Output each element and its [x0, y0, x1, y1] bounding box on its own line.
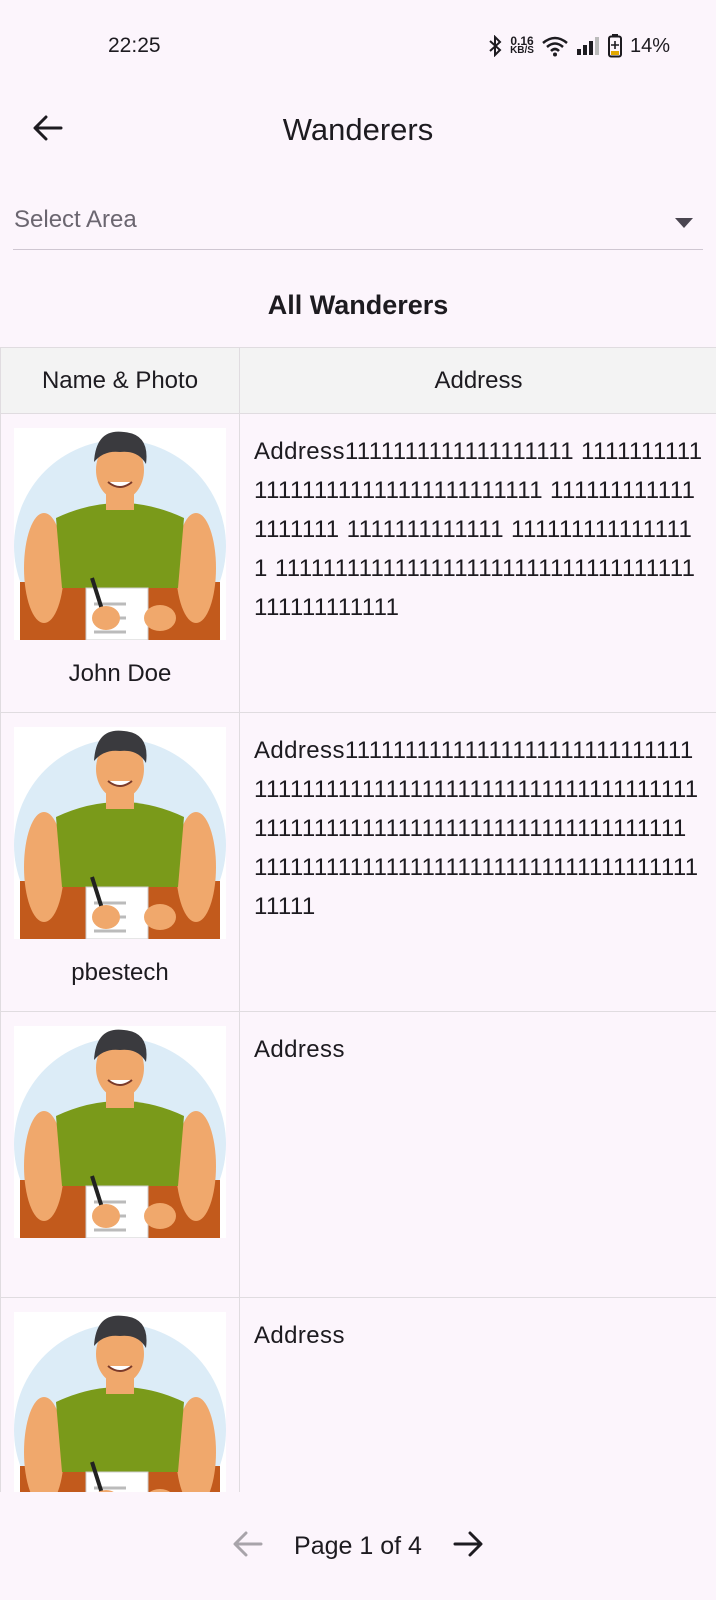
- status-icons: 0.16 KB/S 14%: [488, 32, 670, 60]
- header-address: Address: [239, 347, 716, 414]
- status-time: 22:25: [108, 34, 161, 57]
- address-cell: Address111111111111111111111111111111111…: [239, 712, 716, 1012]
- table-row[interactable]: Address: [0, 1297, 716, 1492]
- app-bar: Wanderers: [0, 92, 716, 184]
- battery-percent: 14%: [629, 34, 670, 57]
- person-name: John Doe: [68, 660, 172, 687]
- dropdown-caret-icon: [675, 215, 693, 233]
- name-photo-cell: [0, 1297, 240, 1492]
- arrow-left-icon: [233, 1531, 263, 1562]
- prev-page-button[interactable]: [226, 1524, 270, 1568]
- page-indicator: Page 1 of 4: [294, 1531, 422, 1560]
- name-photo-cell: [0, 1011, 240, 1298]
- table-row[interactable]: pbestech Address1111111111111111111111111…: [0, 712, 716, 1012]
- address-cell: Address: [239, 1297, 716, 1492]
- address-cell: Address: [239, 1011, 716, 1298]
- table-row[interactable]: John Doe Address1111111111111111111 11111…: [0, 413, 716, 713]
- header-name-photo: Name & Photo: [0, 347, 240, 414]
- signal-icon: [576, 36, 600, 56]
- name-photo-cell: John Doe: [0, 413, 240, 713]
- table-row[interactable]: Address: [0, 1011, 716, 1298]
- area-select-dropdown[interactable]: Select Area: [13, 190, 703, 250]
- name-photo-cell: pbestech: [0, 712, 240, 1012]
- pagination: Page 1 of 4: [0, 1492, 716, 1600]
- wifi-icon: [542, 35, 568, 57]
- wanderers-table: Name & Photo Address John Doe Address1111…: [0, 347, 716, 1492]
- avatar: [14, 428, 226, 640]
- table-header-row: Name & Photo Address: [0, 347, 716, 414]
- avatar: [14, 727, 226, 939]
- next-page-button[interactable]: [446, 1524, 490, 1568]
- bluetooth-icon: [488, 35, 502, 57]
- section-title: All Wanderers: [267, 290, 449, 320]
- battery-icon: [607, 34, 622, 58]
- page-title: Wanderers: [282, 112, 434, 147]
- area-select-placeholder: Select Area: [14, 206, 137, 233]
- person-name: pbestech: [71, 959, 169, 986]
- address-cell: Address1111111111111111111 1111111111111…: [239, 413, 716, 713]
- arrow-right-icon: [453, 1531, 483, 1562]
- avatar: [14, 1312, 226, 1492]
- network-speed: 0.16 KB/S: [510, 34, 534, 56]
- status-bar: 22:25 0.16 KB/S 14%: [0, 0, 716, 92]
- avatar: [14, 1026, 226, 1238]
